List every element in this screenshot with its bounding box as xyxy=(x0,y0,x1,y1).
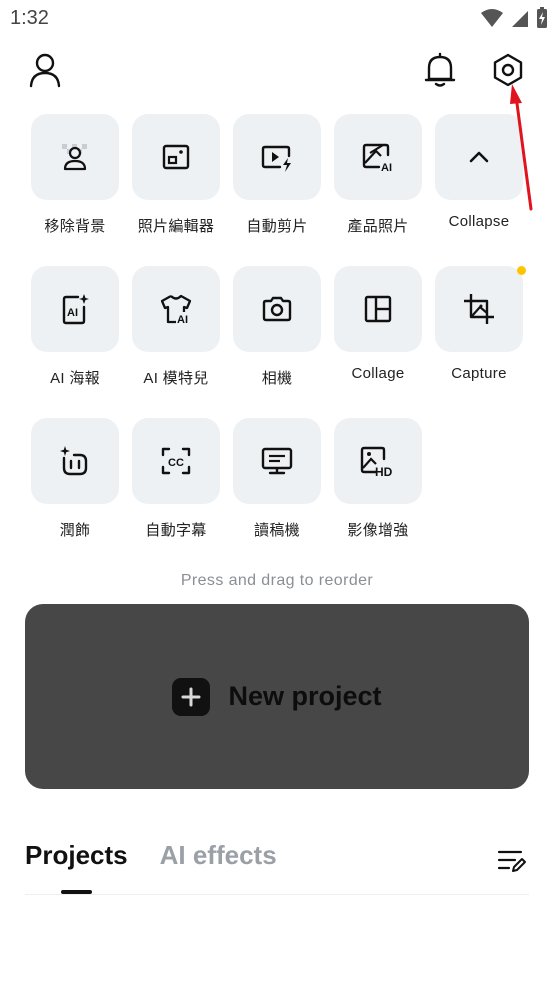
tool-tile[interactable] xyxy=(435,266,523,352)
tool-photo-editor[interactable]: 照片編輯器 xyxy=(132,114,220,244)
svg-text:AI: AI xyxy=(381,162,392,173)
tool-auto-captions[interactable]: CC 自動字幕 xyxy=(132,418,220,548)
tool-collapse[interactable]: Collapse xyxy=(435,114,523,244)
tool-teleprompter[interactable]: 讀稿機 xyxy=(233,418,321,548)
tool-label: 影像增強 xyxy=(347,522,409,539)
settings-hexagon-icon xyxy=(493,53,523,87)
tool-remove-background[interactable]: 移除背景 xyxy=(31,114,119,244)
list-edit-icon xyxy=(497,850,526,872)
tool-tile[interactable] xyxy=(233,114,321,200)
ai-poster-icon: AI xyxy=(62,294,89,325)
bell-icon xyxy=(424,52,456,87)
tool-label: 移除背景 xyxy=(44,218,106,235)
retouch-icon xyxy=(60,446,88,476)
svg-text:AI: AI xyxy=(67,307,78,319)
tool-camera[interactable]: 相機 xyxy=(233,266,321,396)
tool-label: 潤飾 xyxy=(59,522,91,539)
svg-text:AI: AI xyxy=(177,314,188,326)
tool-label: Capture xyxy=(451,365,507,382)
tool-tile[interactable]: AI xyxy=(334,114,422,200)
tool-collage[interactable]: Collage xyxy=(334,266,422,396)
tool-label: Collapse xyxy=(448,213,510,230)
chevron-up-icon xyxy=(469,151,489,163)
tool-label: AI 模特兒 xyxy=(143,370,209,387)
tool-tile[interactable] xyxy=(132,114,220,200)
status-time: 1:32 xyxy=(10,7,49,29)
new-badge-dot xyxy=(517,266,526,275)
cell-signal-icon xyxy=(512,11,528,27)
tool-tile[interactable]: AI xyxy=(132,266,220,352)
tool-tile[interactable]: AI xyxy=(31,266,119,352)
tab-ai-effects[interactable]: AI effects xyxy=(160,840,277,871)
tool-tile[interactable] xyxy=(233,266,321,352)
tab-projects[interactable]: Projects xyxy=(25,840,128,871)
manage-list-button[interactable] xyxy=(494,844,530,878)
tool-label: 讀稿機 xyxy=(254,522,300,539)
remove-background-icon xyxy=(62,144,87,171)
profile-button[interactable] xyxy=(25,50,65,90)
tool-capture[interactable]: Capture xyxy=(435,266,523,396)
app-home-screen: 1:32 移除背景 照片編輯器 自動剪片 AI 產品照片 Collapse AI… xyxy=(0,0,554,984)
tool-label: Collage xyxy=(351,365,405,382)
status-bar: 1:32 xyxy=(0,0,554,38)
notifications-button[interactable] xyxy=(420,50,460,90)
new-project-label: New project xyxy=(228,681,382,711)
tool-tile[interactable] xyxy=(435,114,523,200)
hd-enhance-icon: HD xyxy=(360,446,393,478)
tool-tile[interactable]: HD xyxy=(334,418,422,504)
capture-crop-icon xyxy=(464,294,494,324)
tool-tile[interactable] xyxy=(334,266,422,352)
camera-icon xyxy=(262,296,292,322)
ai-product-photo-icon: AI xyxy=(362,143,392,173)
tool-label: AI 海報 xyxy=(50,370,100,387)
wifi-icon xyxy=(481,9,503,27)
tool-hd-enhance[interactable]: HD 影像增強 xyxy=(334,418,422,548)
new-project-button[interactable]: New project xyxy=(25,604,529,789)
tool-auto-cut[interactable]: 自動剪片 xyxy=(233,114,321,244)
tabs-divider xyxy=(25,894,529,895)
tool-retouch[interactable]: 潤飾 xyxy=(31,418,119,548)
tool-tile[interactable]: CC xyxy=(132,418,220,504)
auto-cut-icon xyxy=(261,145,291,172)
svg-text:CC: CC xyxy=(168,457,184,469)
battery-charging-icon xyxy=(537,7,547,28)
tool-product-photo[interactable]: AI 產品照片 xyxy=(334,114,422,244)
settings-button[interactable] xyxy=(488,50,528,90)
profile-icon xyxy=(29,53,61,88)
status-icons xyxy=(480,7,548,29)
photo-editor-icon xyxy=(162,144,190,170)
tool-label: 自動剪片 xyxy=(246,218,308,235)
auto-captions-icon: CC xyxy=(161,447,191,475)
collage-icon xyxy=(364,295,392,323)
tool-tile[interactable] xyxy=(31,114,119,200)
tool-tile[interactable] xyxy=(31,418,119,504)
tool-ai-model[interactable]: AI AI 模特兒 xyxy=(132,266,220,396)
tool-label: 照片編輯器 xyxy=(137,218,215,235)
tool-label: 產品照片 xyxy=(347,218,409,235)
svg-text:HD: HD xyxy=(375,465,393,478)
tool-tile[interactable] xyxy=(233,418,321,504)
reorder-hint: Press and drag to reorder xyxy=(180,572,374,589)
tool-label: 自動字幕 xyxy=(145,522,207,539)
tool-label: 相機 xyxy=(261,370,293,387)
plus-icon xyxy=(172,677,211,716)
teleprompter-icon xyxy=(261,447,293,475)
ai-model-shirt-icon: AI xyxy=(160,294,192,326)
tool-ai-poster[interactable]: AI AI 海報 xyxy=(31,266,119,396)
content-tabs: Projects AI effects xyxy=(25,840,277,871)
